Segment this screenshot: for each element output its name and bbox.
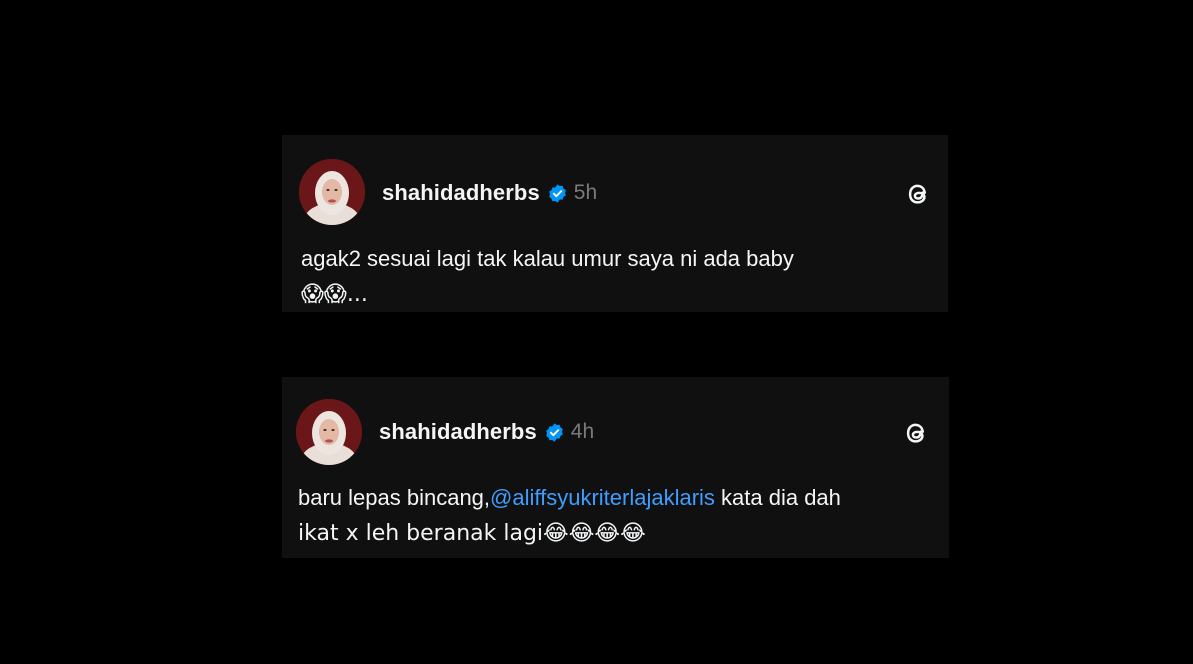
threads-logo-icon[interactable] — [905, 180, 931, 208]
avatar[interactable] — [296, 399, 362, 465]
post-text-line: baru lepas bincang,@aliffsyukriterlajakl… — [298, 480, 898, 516]
post-text-prefix: baru lepas bincang, — [298, 485, 491, 510]
username-link[interactable]: shahidadherbs — [379, 419, 537, 445]
verified-badge-icon — [544, 422, 565, 443]
post-text: agak2 sesuai lagi tak kalau umur saya ni… — [301, 241, 901, 312]
avatar-image — [296, 399, 362, 465]
post-text-suffix: kata dia dah — [714, 485, 841, 510]
post-text-line: ikat x leh beranak lagi😂😂😂😂 — [298, 521, 646, 546]
mention-link[interactable]: @aliffsyukriterlajaklaris — [490, 485, 715, 510]
post-text: baru lepas bincang,@aliffsyukriterlajakl… — [298, 480, 898, 552]
threads-logo-icon[interactable] — [903, 419, 929, 447]
post-timestamp: 5h — [573, 181, 598, 204]
post-text-line: 😱😱... — [301, 282, 368, 307]
post-header: shahidadherbs 4h — [379, 417, 594, 447]
post-text-line: agak2 sesuai lagi tak kalau umur saya ni… — [301, 246, 794, 271]
thread-post-card: shahidadherbs 5h agak2 sesuai lagi tak k… — [282, 135, 948, 312]
verified-badge-icon — [547, 183, 568, 204]
username-link[interactable]: shahidadherbs — [382, 180, 540, 206]
thread-post-card: shahidadherbs 4h baru lepas bincang,@ali… — [282, 377, 949, 558]
post-header: shahidadherbs 5h — [382, 178, 597, 208]
post-timestamp: 4h — [570, 420, 595, 443]
avatar-image — [299, 159, 365, 225]
avatar[interactable] — [299, 159, 365, 225]
